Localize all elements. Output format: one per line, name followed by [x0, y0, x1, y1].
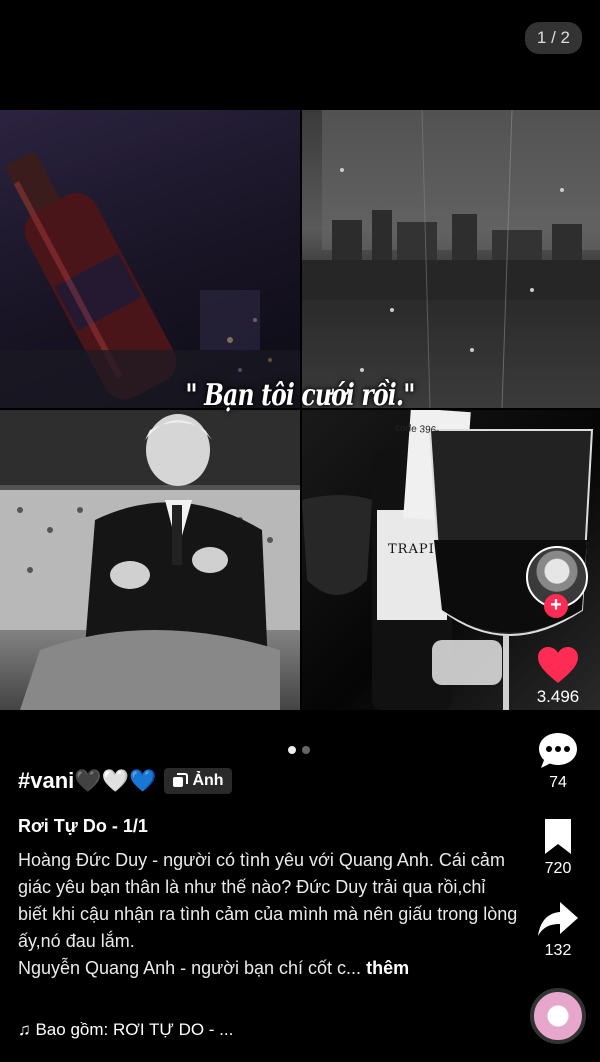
man-in-suit-photo — [0, 410, 300, 710]
rainy-window-photo — [302, 110, 600, 408]
bookmark-icon — [545, 819, 571, 854]
description-text-2: Nguyễn Quang Anh - người bạn chí cốt c..… — [18, 958, 362, 978]
post-info: #vani🖤🤍💙 Ảnh Rơi Tự Do - 1/1 Hoàng Đức D… — [18, 768, 518, 982]
comment-icon — [539, 733, 577, 768]
creator-avatar[interactable]: + — [526, 546, 588, 618]
photo-badge-label: Ảnh — [192, 772, 224, 789]
like-button[interactable]: 3.496 — [528, 645, 588, 707]
comment-count: 74 — [549, 774, 567, 791]
heart-icon — [538, 647, 578, 683]
post-description[interactable]: Hoàng Đức Duy - người có tình yêu với Qu… — [18, 847, 518, 982]
like-count: 3.496 — [536, 687, 580, 706]
bookmark-button[interactable]: 720 — [528, 816, 588, 878]
photo-stack-icon — [173, 773, 189, 787]
share-arrow-icon — [538, 902, 578, 936]
see-more-link[interactable]: thêm — [366, 958, 409, 978]
bookmark-count: 720 — [544, 860, 572, 877]
carousel-dot-1[interactable] — [288, 746, 296, 754]
share-button[interactable]: 132 — [528, 900, 588, 960]
music-info[interactable]: ♫ Bao gồm: RƠI TỰ DO - ... — [18, 1020, 233, 1040]
wine-label: TRAPIC — [388, 542, 446, 557]
music-disc-icon[interactable] — [530, 988, 586, 1044]
photo-caption: " Bạn tôi cưới rồi." — [185, 378, 415, 413]
hashtag-link[interactable]: #vani🖤🤍💙 — [18, 768, 156, 794]
carousel-dots — [288, 746, 310, 754]
photo-collage[interactable]: code 396- TRAPIC " Bạn tôi cưới rồi." — [0, 110, 600, 710]
share-count: 132 — [544, 942, 572, 959]
post-title: Rơi Tự Do - 1/1 — [18, 816, 148, 836]
photo-mode-badge[interactable]: Ảnh — [164, 768, 232, 794]
description-text: Hoàng Đức Duy - người có tình yêu với Qu… — [18, 850, 518, 951]
carousel-dot-2[interactable] — [302, 746, 310, 754]
page-indicator: 1 / 2 — [524, 22, 582, 54]
follow-plus-icon[interactable]: + — [544, 594, 568, 618]
beer-bottle-photo — [0, 110, 300, 408]
comment-button[interactable]: 74 — [528, 730, 588, 792]
